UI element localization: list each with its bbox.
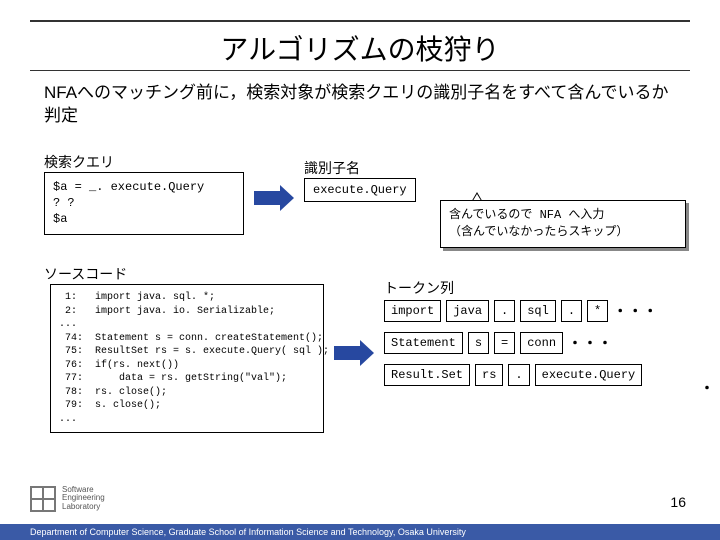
page-number: 16 bbox=[670, 494, 686, 510]
token: . bbox=[561, 300, 582, 322]
slide-title: アルゴリズムの枝狩り bbox=[0, 28, 720, 68]
token: = bbox=[494, 332, 515, 354]
token-row: Result.Set rs . execute.Query bbox=[384, 364, 704, 386]
logo-text: Software Engineering Laboratory bbox=[62, 486, 105, 512]
label-query: 検索クエリ bbox=[44, 152, 114, 172]
query-box: $a = _. execute.Query ? ? $a bbox=[44, 172, 244, 235]
arrow-query-to-identifier bbox=[254, 185, 294, 211]
callout-box: 含んでいるので NFA へ入力 （含んでいなかったらスキップ） bbox=[440, 200, 686, 248]
token-row: Statement s = conn ・・・ bbox=[384, 332, 704, 354]
lead-text: NFAへのマッチング前に，検索対象が検索クエリの識別子名をすべて含んでいるか判定 bbox=[44, 82, 684, 128]
token: . bbox=[508, 364, 529, 386]
logo-line: Laboratory bbox=[62, 503, 105, 512]
token: import bbox=[384, 300, 441, 322]
identifier-box: execute.Query bbox=[304, 178, 416, 202]
arrow-source-to-tokens bbox=[334, 340, 374, 366]
token: java bbox=[446, 300, 489, 322]
token: execute.Query bbox=[535, 364, 643, 386]
ellipsis: ・・・ bbox=[568, 333, 613, 353]
token: sql bbox=[520, 300, 556, 322]
token-stream: import java . sql . * ・・・ Statement s = … bbox=[384, 300, 704, 396]
ellipsis-trailing: ・・・ bbox=[700, 378, 720, 398]
token: . bbox=[494, 300, 515, 322]
token: rs bbox=[475, 364, 503, 386]
ellipsis: ・・・ bbox=[613, 301, 658, 321]
token: Statement bbox=[384, 332, 463, 354]
query-line3: $a bbox=[53, 211, 235, 227]
token: conn bbox=[520, 332, 563, 354]
rule-top bbox=[30, 20, 690, 22]
token-row: import java . sql . * ・・・ bbox=[384, 300, 704, 322]
label-tokens: トークン列 bbox=[384, 278, 454, 298]
footer-bar: Department of Computer Science, Graduate… bbox=[0, 524, 720, 540]
callout-line2: （含んでいなかったらスキップ） bbox=[449, 224, 677, 241]
lab-logo: Software Engineering Laboratory bbox=[30, 486, 105, 512]
query-line2: ? ? bbox=[53, 195, 235, 211]
token: s bbox=[468, 332, 489, 354]
label-identifier: 識別子名 bbox=[304, 158, 360, 178]
token: * bbox=[587, 300, 608, 322]
query-line1: $a = _. execute.Query bbox=[53, 179, 235, 195]
token: Result.Set bbox=[384, 364, 470, 386]
source-code-box: 1: import java. sql. *; 2: import java. … bbox=[50, 284, 324, 433]
callout-line1: 含んでいるので NFA へ入力 bbox=[449, 207, 677, 224]
label-source: ソースコード bbox=[44, 264, 127, 284]
rule-under-title bbox=[30, 70, 690, 71]
logo-mark-icon bbox=[30, 486, 56, 512]
